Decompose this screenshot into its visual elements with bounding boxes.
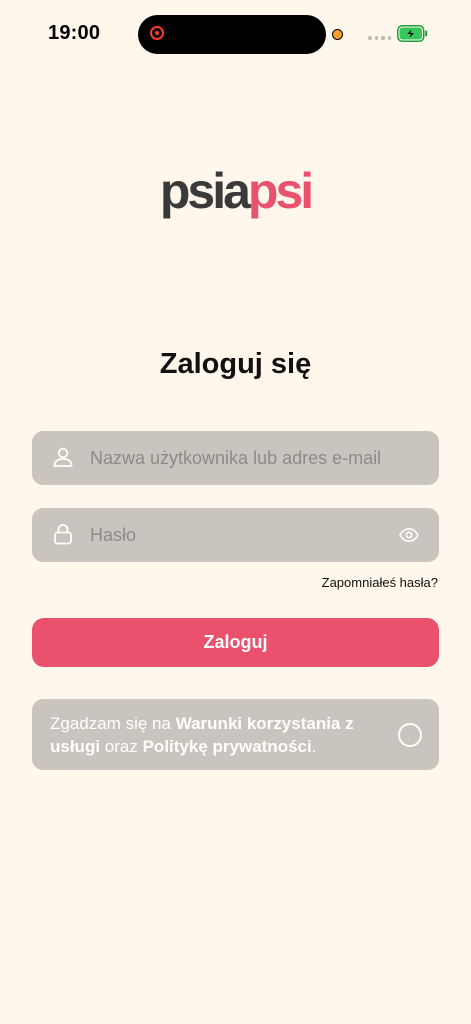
- cellular-signal-icon: [368, 36, 391, 40]
- battery-charging-icon: [397, 25, 428, 42]
- login-button[interactable]: Zaloguj: [32, 618, 439, 667]
- forgot-password-link[interactable]: Zapomniałeś hasła?: [322, 575, 438, 590]
- user-icon: [53, 447, 73, 467]
- show-password-eye-icon[interactable]: [399, 527, 419, 543]
- camera-indicator-icon: [332, 29, 343, 40]
- password-input[interactable]: [90, 508, 410, 562]
- logo-text-pink: psi: [247, 163, 314, 219]
- terms-suffix: .: [311, 737, 317, 756]
- terms-consent-text: Zgadzam się na Warunki korzystania z usł…: [50, 712, 380, 758]
- app-logo: psiapsi: [0, 166, 471, 216]
- terms-consent-radio[interactable]: [398, 723, 422, 747]
- dynamic-island: [138, 15, 326, 54]
- page-title: Zaloguj się: [159, 348, 312, 380]
- recording-indicator-icon: [150, 26, 164, 40]
- privacy-policy-link[interactable]: Politykę prywatności: [143, 737, 312, 756]
- lock-icon: [54, 524, 72, 545]
- username-field[interactable]: [32, 431, 439, 485]
- username-input[interactable]: [90, 431, 410, 485]
- terms-consent-box[interactable]: Zgadzam się na Warunki korzystania z usł…: [32, 699, 439, 770]
- status-time: 19:00: [48, 22, 101, 44]
- terms-middle: oraz: [100, 737, 143, 756]
- terms-prefix: Zgadzam się na: [50, 714, 176, 733]
- logo-text-dark: psia: [159, 163, 251, 219]
- password-field[interactable]: [32, 508, 439, 562]
